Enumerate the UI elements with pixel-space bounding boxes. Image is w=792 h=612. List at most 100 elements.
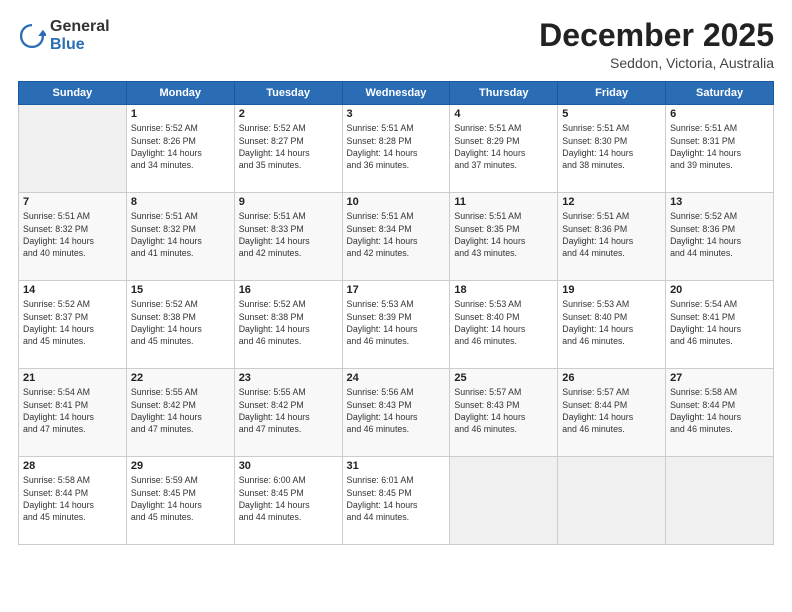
day-number: 3 [347,108,446,120]
calendar-table: Sunday Monday Tuesday Wednesday Thursday… [18,81,774,545]
day-number: 5 [562,108,661,120]
calendar-cell: 8 Sunrise: 5:51 AM Sunset: 8:32 PM Daylig… [126,193,234,281]
col-tuesday: Tuesday [234,82,342,105]
day-number: 24 [347,372,446,384]
day-info: Sunrise: 5:53 AM Sunset: 8:39 PM Dayligh… [347,298,446,347]
calendar-cell: 26 Sunrise: 5:57 AM Sunset: 8:44 PM Dayli… [558,369,666,457]
calendar-cell: 22 Sunrise: 5:55 AM Sunset: 8:42 PM Dayli… [126,369,234,457]
calendar-cell: 16Sunrise: 5:52 AM Sunset: 8:38 PM Dayli… [234,281,342,369]
calendar-cell: 31 Sunrise: 6:01 AM Sunset: 8:45 PM Dayli… [342,457,450,545]
day-number: 7 [23,196,122,208]
day-number: 28 [23,460,122,472]
col-friday: Friday [558,82,666,105]
day-number: 27 [670,372,769,384]
day-info: Sunrise: 5:52 AM Sunset: 8:36 PM Dayligh… [670,210,769,259]
day-info: Sunrise: 5:51 AM Sunset: 8:30 PM Dayligh… [562,122,661,171]
calendar-cell: 13 Sunrise: 5:52 AM Sunset: 8:36 PM Dayli… [666,193,774,281]
day-number: 30 [239,460,338,472]
day-number: 19 [562,284,661,296]
day-info: Sunrise: 5:52 AM Sunset: 8:26 PM Dayligh… [131,122,230,171]
calendar-cell: 30 Sunrise: 6:00 AM Sunset: 8:45 PM Dayli… [234,457,342,545]
day-info: Sunrise: 5:51 AM Sunset: 8:36 PM Dayligh… [562,210,661,259]
day-info: Sunrise: 5:52 AM Sunset: 8:38 PM Dayligh… [131,298,230,347]
calendar-week-3: 14 Sunrise: 5:52 AM Sunset: 8:37 PM Dayli… [19,281,774,369]
day-info: Sunrise: 5:53 AM Sunset: 8:40 PM Dayligh… [562,298,661,347]
month-title: December 2025 [539,18,774,53]
day-number: 31 [347,460,446,472]
day-number: 9 [239,196,338,208]
calendar-cell: 3Sunrise: 5:51 AM Sunset: 8:28 PM Daylig… [342,105,450,193]
calendar-cell: 18 Sunrise: 5:53 AM Sunset: 8:40 PM Dayli… [450,281,558,369]
day-number: 6 [670,108,769,120]
day-number: 4 [454,108,553,120]
calendar-cell [19,105,127,193]
calendar-week-5: 28 Sunrise: 5:58 AM Sunset: 8:44 PM Dayli… [19,457,774,545]
day-info: Sunrise: 5:59 AM Sunset: 8:45 PM Dayligh… [131,474,230,523]
day-info: Sunrise: 5:53 AM Sunset: 8:40 PM Dayligh… [454,298,553,347]
day-number: 20 [670,284,769,296]
calendar-cell: 4 Sunrise: 5:51 AM Sunset: 8:29 PM Daylig… [450,105,558,193]
day-number: 12 [562,196,661,208]
logo-text: General Blue [50,18,110,54]
calendar-cell: 29Sunrise: 5:59 AM Sunset: 8:45 PM Dayli… [126,457,234,545]
day-number: 17 [347,284,446,296]
calendar-cell: 28 Sunrise: 5:58 AM Sunset: 8:44 PM Dayli… [19,457,127,545]
calendar-cell: 2 Sunrise: 5:52 AM Sunset: 8:27 PM Daylig… [234,105,342,193]
day-number: 15 [131,284,230,296]
logo-blue: Blue [50,36,85,53]
calendar-week-1: 1 Sunrise: 5:52 AM Sunset: 8:26 PM Daylig… [19,105,774,193]
day-info: Sunrise: 5:51 AM Sunset: 8:33 PM Dayligh… [239,210,338,259]
logo-general: General [50,18,110,35]
calendar-cell: 11Sunrise: 5:51 AM Sunset: 8:35 PM Dayli… [450,193,558,281]
calendar-cell: 1 Sunrise: 5:52 AM Sunset: 8:26 PM Daylig… [126,105,234,193]
day-info: Sunrise: 5:55 AM Sunset: 8:42 PM Dayligh… [239,386,338,435]
col-wednesday: Wednesday [342,82,450,105]
calendar-header: Sunday Monday Tuesday Wednesday Thursday… [19,82,774,105]
day-info: Sunrise: 5:54 AM Sunset: 8:41 PM Dayligh… [670,298,769,347]
calendar-cell: 27 Sunrise: 5:58 AM Sunset: 8:44 PM Dayli… [666,369,774,457]
header: General Blue December 2025 Seddon, Victo… [18,18,774,71]
calendar-cell [666,457,774,545]
day-info: Sunrise: 6:01 AM Sunset: 8:45 PM Dayligh… [347,474,446,523]
calendar-week-4: 21Sunrise: 5:54 AM Sunset: 8:41 PM Dayli… [19,369,774,457]
day-info: Sunrise: 5:51 AM Sunset: 8:34 PM Dayligh… [347,210,446,259]
day-number: 1 [131,108,230,120]
day-info: Sunrise: 5:58 AM Sunset: 8:44 PM Dayligh… [670,386,769,435]
day-info: Sunrise: 5:57 AM Sunset: 8:44 PM Dayligh… [562,386,661,435]
day-info: Sunrise: 5:58 AM Sunset: 8:44 PM Dayligh… [23,474,122,523]
day-info: Sunrise: 5:55 AM Sunset: 8:42 PM Dayligh… [131,386,230,435]
day-number: 11 [454,196,553,208]
day-number: 26 [562,372,661,384]
calendar-cell [558,457,666,545]
day-info: Sunrise: 6:00 AM Sunset: 8:45 PM Dayligh… [239,474,338,523]
calendar-cell: 5 Sunrise: 5:51 AM Sunset: 8:30 PM Daylig… [558,105,666,193]
day-info: Sunrise: 5:51 AM Sunset: 8:32 PM Dayligh… [131,210,230,259]
calendar-cell: 25Sunrise: 5:57 AM Sunset: 8:43 PM Dayli… [450,369,558,457]
calendar-cell: 24Sunrise: 5:56 AM Sunset: 8:43 PM Dayli… [342,369,450,457]
day-info: Sunrise: 5:51 AM Sunset: 8:29 PM Dayligh… [454,122,553,171]
day-number: 8 [131,196,230,208]
day-number: 14 [23,284,122,296]
calendar-cell: 21Sunrise: 5:54 AM Sunset: 8:41 PM Dayli… [19,369,127,457]
day-number: 2 [239,108,338,120]
title-area: December 2025 Seddon, Victoria, Australi… [539,18,774,71]
col-sunday: Sunday [19,82,127,105]
day-info: Sunrise: 5:52 AM Sunset: 8:37 PM Dayligh… [23,298,122,347]
calendar-cell: 15 Sunrise: 5:52 AM Sunset: 8:38 PM Dayli… [126,281,234,369]
day-number: 18 [454,284,553,296]
calendar-cell: 23 Sunrise: 5:55 AM Sunset: 8:42 PM Dayli… [234,369,342,457]
day-number: 23 [239,372,338,384]
calendar-cell: 14 Sunrise: 5:52 AM Sunset: 8:37 PM Dayli… [19,281,127,369]
day-info: Sunrise: 5:52 AM Sunset: 8:38 PM Dayligh… [239,298,338,347]
col-saturday: Saturday [666,82,774,105]
day-number: 13 [670,196,769,208]
col-thursday: Thursday [450,82,558,105]
day-info: Sunrise: 5:54 AM Sunset: 8:41 PM Dayligh… [23,386,122,435]
header-row: Sunday Monday Tuesday Wednesday Thursday… [19,82,774,105]
day-number: 22 [131,372,230,384]
day-info: Sunrise: 5:52 AM Sunset: 8:27 PM Dayligh… [239,122,338,171]
calendar-cell: 10 Sunrise: 5:51 AM Sunset: 8:34 PM Dayli… [342,193,450,281]
day-number: 10 [347,196,446,208]
calendar-cell: 12 Sunrise: 5:51 AM Sunset: 8:36 PM Dayli… [558,193,666,281]
location-subtitle: Seddon, Victoria, Australia [539,55,774,71]
